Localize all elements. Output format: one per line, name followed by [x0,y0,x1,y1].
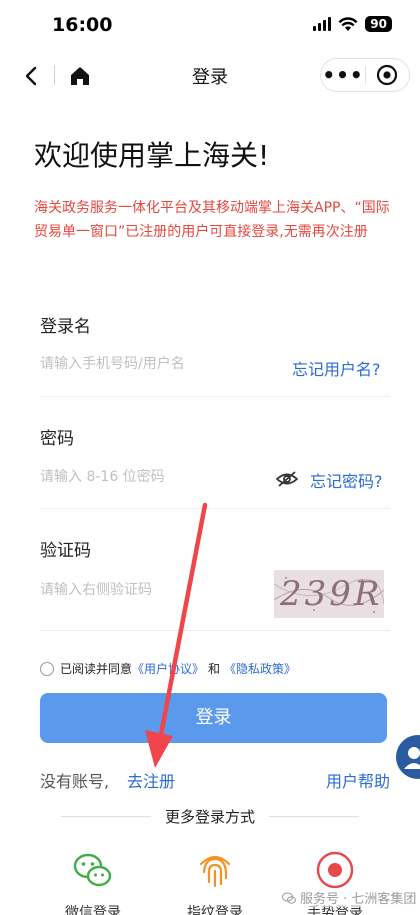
wechat-login-option[interactable]: 微信登录 [48,848,138,915]
mini-program-capsule: ••• [320,58,410,92]
target-close-icon [377,64,398,86]
signal-icon [313,17,332,31]
username-input[interactable] [40,356,270,372]
floating-assistant-button[interactable] [396,735,420,779]
wifi-icon [338,16,358,31]
more-login-divider: 更多登录方式 [0,806,420,827]
agreement-prefix: 已阅读并同意 [60,662,133,676]
forgot-username-link[interactable]: 忘记用户名? [292,356,381,380]
forgot-password-link[interactable]: 忘记密码? [310,468,383,492]
close-mini-program-button[interactable] [366,64,409,86]
captcha-input[interactable] [40,582,260,598]
divider-line-left [60,816,151,817]
no-account-text: 没有账号, [40,772,110,791]
more-login-label: 更多登录方式 [164,808,255,826]
privacy-policy-link[interactable]: 《隐私政策》 [224,660,296,677]
assistant-icon [404,747,420,769]
password-label: 密码 [40,429,74,449]
registration-notice: 海关政务服务一体化平台及其移动端掌上海关APP、“国际贸易单一窗口”已注册的用户… [34,200,390,240]
gesture-icon [316,851,354,889]
fingerprint-icon [199,855,231,888]
status-time: 16:00 [52,14,113,36]
captcha-code: 239R [280,574,383,614]
eye-hidden-icon[interactable] [276,469,298,489]
nav-bar: 登录 ••• [0,50,420,102]
login-button[interactable]: 登录 [40,693,387,743]
captcha-divider [40,630,390,631]
help-link[interactable]: 用户帮助 [326,768,390,792]
wechat-watermark-icon [282,892,296,904]
agreement-checkbox[interactable] [40,661,54,676]
fingerprint-login-option[interactable]: 指纹登录 [170,848,260,915]
agreement-and: 和 [208,662,221,676]
divider-line-right [269,816,359,817]
username-label: 登录名 [40,317,91,337]
password-input[interactable] [40,469,260,485]
register-link[interactable]: 去注册 [127,768,175,792]
captcha-label: 验证码 [40,541,91,561]
status-bar: 16:00 90 [0,0,420,48]
wechat-icon [73,853,112,887]
status-icons: 90 [313,16,392,32]
battery-icon: 90 [365,16,392,32]
watermark: 服务号 · 七洲客集团 [282,888,417,907]
username-divider [40,396,390,397]
more-icon[interactable]: ••• [321,65,365,85]
user-agreement-link[interactable]: 《用户协议》 [132,660,204,677]
wechat-login-label: 微信登录 [65,905,121,915]
captcha-image[interactable]: 239R [274,570,384,618]
fingerprint-login-label: 指纹登录 [187,905,243,915]
watermark-text: 服务号 · 七洲客集团 [300,892,417,907]
welcome-heading: 欢迎使用掌上海关! [34,139,270,172]
agreement-row: 已阅读并同意 《用户协议》 和 《隐私政策》 [40,660,296,677]
password-divider [40,508,390,509]
